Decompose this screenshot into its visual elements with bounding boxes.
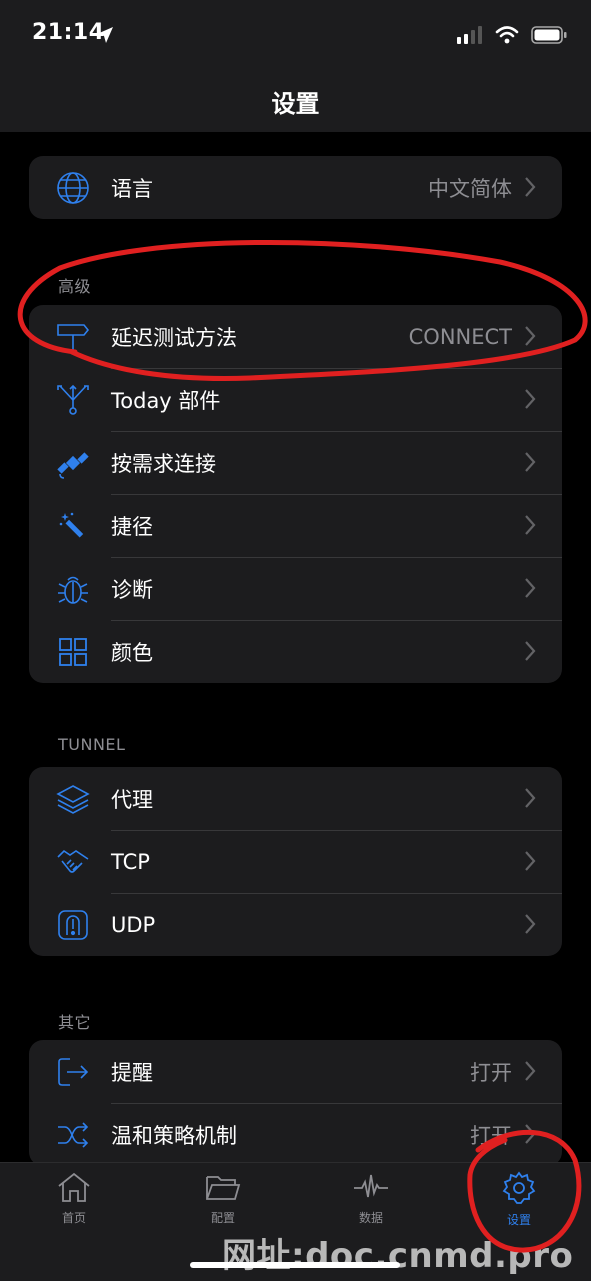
folder-icon xyxy=(206,1176,241,1200)
status-time: 21:14 xyxy=(32,20,105,45)
language-row[interactable]: 语言 中文简体 xyxy=(29,156,562,219)
location-arrow-icon xyxy=(97,27,113,43)
on-demand-connect-row[interactable]: 按需求连接 xyxy=(29,431,562,494)
udp-icon xyxy=(55,907,91,943)
latency-test-method-row[interactable]: 延迟测试方法 CONNECT xyxy=(29,305,562,368)
color-label: 颜色 xyxy=(111,640,153,665)
chevron-right-icon xyxy=(525,578,536,598)
tcp-label: TCP xyxy=(111,849,150,874)
wifi-icon xyxy=(495,26,519,44)
battery-icon xyxy=(531,26,567,44)
color-row[interactable]: 颜色 xyxy=(29,620,562,683)
chevron-right-icon xyxy=(525,1061,536,1081)
chevron-right-icon xyxy=(525,389,536,409)
signpost-icon xyxy=(55,319,91,355)
chevron-right-icon xyxy=(525,1124,536,1144)
tunnel-card: 代理 TCP UDP xyxy=(29,767,562,956)
chevron-right-icon xyxy=(525,641,536,661)
chevron-right-icon xyxy=(525,177,536,197)
shortcuts-label: 捷径 xyxy=(111,514,153,539)
chevron-right-icon xyxy=(525,788,536,808)
reminder-label: 提醒 xyxy=(111,1060,153,1085)
advanced-section-header: 高级 xyxy=(58,277,92,296)
globe-icon xyxy=(55,170,91,206)
gear-icon xyxy=(502,1171,536,1204)
chevron-right-icon xyxy=(525,914,536,934)
tab-config[interactable]: 配置 xyxy=(173,1171,273,1226)
tab-data-label: 数据 xyxy=(358,1211,383,1225)
language-value: 中文简体 xyxy=(428,176,512,201)
satellite-icon xyxy=(55,445,91,481)
grid-icon xyxy=(55,634,91,670)
proxy-row[interactable]: 代理 xyxy=(29,767,562,830)
status-bar: 21:14 xyxy=(0,0,591,70)
home-indicator xyxy=(190,1262,400,1268)
sign-out-icon xyxy=(55,1054,91,1090)
diagnostics-label: 诊断 xyxy=(111,577,153,602)
general-card: 语言 中文简体 xyxy=(29,156,562,219)
magic-wand-icon xyxy=(55,508,91,544)
tab-home-label: 首页 xyxy=(61,1211,86,1225)
udp-label: UDP xyxy=(111,912,156,937)
chevron-right-icon xyxy=(525,452,536,472)
chevron-right-icon xyxy=(525,851,536,871)
gentle-policy-label: 温和策略机制 xyxy=(111,1123,237,1148)
other-card: 提醒 打开 温和策略机制 打开 xyxy=(29,1040,562,1166)
chevron-right-icon xyxy=(525,515,536,535)
latency-test-method-value: CONNECT xyxy=(408,324,512,349)
tab-settings-label: 设置 xyxy=(506,1213,531,1227)
status-indicators xyxy=(457,26,567,44)
watermark-text: 网址:doc.cnmd.pro xyxy=(222,1236,574,1276)
advanced-card: 延迟测试方法 CONNECT Today 部件 按需求连接 捷径 诊断 颜色 xyxy=(29,305,562,683)
on-demand-connect-label: 按需求连接 xyxy=(111,451,216,476)
proxy-label: 代理 xyxy=(111,787,153,812)
fork-arrows-icon xyxy=(55,382,91,418)
bug-icon xyxy=(55,571,91,607)
diagnostics-row[interactable]: 诊断 xyxy=(29,557,562,620)
chevron-right-icon xyxy=(525,326,536,346)
tab-config-label: 配置 xyxy=(210,1211,235,1225)
latency-test-method-label: 延迟测试方法 xyxy=(111,325,237,350)
today-widget-row[interactable]: Today 部件 xyxy=(29,368,562,431)
language-label: 语言 xyxy=(111,176,153,201)
other-section-header: 其它 xyxy=(58,1013,92,1032)
tunnel-section-header: TUNNEL xyxy=(58,735,126,754)
gentle-policy-row[interactable]: 温和策略机制 打开 xyxy=(29,1103,562,1166)
layers-icon xyxy=(55,781,91,817)
home-icon xyxy=(58,1172,90,1202)
shuffle-icon xyxy=(55,1117,91,1153)
tab-data[interactable]: 数据 xyxy=(321,1171,421,1226)
reminder-value: 打开 xyxy=(470,1060,512,1085)
tab-settings[interactable]: 设置 xyxy=(469,1171,569,1228)
gentle-policy-value: 打开 xyxy=(470,1123,512,1148)
udp-row[interactable]: UDP xyxy=(29,893,562,956)
page-title: 设置 xyxy=(271,90,320,118)
today-widget-label: Today 部件 xyxy=(111,388,221,413)
shortcuts-row[interactable]: 捷径 xyxy=(29,494,562,557)
cellular-signal-icon xyxy=(457,26,482,44)
handshake-icon xyxy=(55,844,91,880)
tcp-row[interactable]: TCP xyxy=(29,830,562,893)
activity-icon xyxy=(354,1174,388,1198)
reminder-row[interactable]: 提醒 打开 xyxy=(29,1040,562,1103)
tab-home[interactable]: 首页 xyxy=(24,1171,124,1226)
navigation-bar: 设置 xyxy=(0,70,591,132)
